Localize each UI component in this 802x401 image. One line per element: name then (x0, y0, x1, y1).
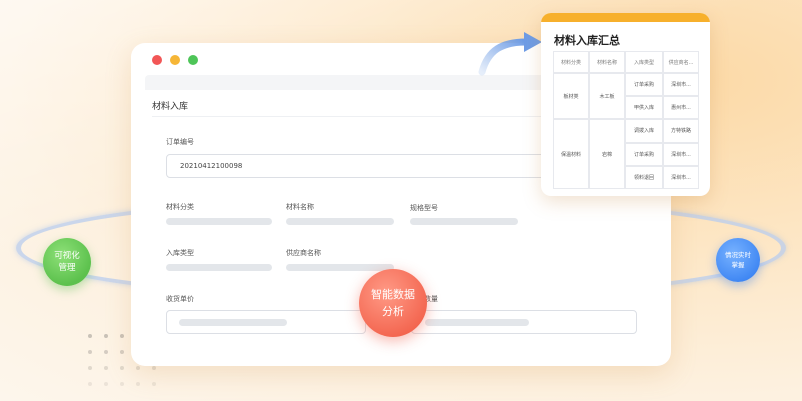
table-cell: 深圳市... (663, 73, 699, 97)
bubble-left-line2: 管理 (58, 263, 76, 273)
bubble-left-line1: 可视化 (54, 251, 80, 261)
dot (88, 366, 92, 370)
unit-price-label: 收货单价 (166, 295, 194, 303)
table-cell: 订单采购 (625, 142, 663, 166)
quantity-placeholder (425, 319, 529, 326)
table-cell: 惠州市... (663, 96, 699, 120)
table-cell: 方特铁路 (663, 119, 699, 143)
table-group-cell: 保温材料 (553, 119, 589, 189)
table-group-cell: 板材类 (553, 73, 589, 120)
spec-label: 规格型号 (410, 204, 438, 212)
table-header-cell: 入库类型 (625, 51, 663, 73)
dot (120, 334, 124, 338)
visual-management-bubble: 可视化 管理 (43, 238, 91, 286)
spec-field[interactable] (410, 218, 518, 225)
material-name-field[interactable] (286, 218, 394, 225)
table-cell: 订单采购 (625, 73, 663, 97)
close-dot-icon[interactable] (152, 55, 162, 65)
order-number-label: 订单编号 (166, 138, 194, 146)
dot (104, 350, 108, 354)
order-number-value: 20210412100098 (180, 162, 243, 170)
table-header-cell: 材料名称 (589, 51, 625, 73)
dot (104, 366, 108, 370)
dot (88, 350, 92, 354)
stockin-type-label: 入库类型 (166, 249, 194, 257)
table-cell: 领料退回 (625, 165, 663, 189)
smart-analysis-bubble: 智能数据 分析 (359, 269, 427, 337)
bubble-right-line1: 情况实时 (725, 251, 751, 259)
dot (152, 382, 156, 386)
minimize-dot-icon[interactable] (170, 55, 180, 65)
table-header-cell: 材料分类 (553, 51, 589, 73)
table-cell: 甲供入库 (625, 96, 663, 120)
table-group-cell: 岩棉 (589, 119, 625, 189)
table-header-cell: 供应商名... (663, 51, 699, 73)
dot (104, 334, 108, 338)
bubble-right-line2: 掌握 (731, 261, 745, 269)
supplier-field[interactable] (286, 264, 394, 271)
unit-price-placeholder (179, 319, 287, 326)
curved-arrow-icon (478, 32, 542, 76)
dot (88, 334, 92, 338)
dot (152, 366, 156, 370)
dot (104, 382, 108, 386)
table-cell: 深圳市... (663, 142, 699, 166)
realtime-bubble: 情况实时 掌握 (716, 238, 760, 282)
dot (88, 382, 92, 386)
summary-title: 材料入库汇总 (554, 34, 620, 47)
dot (120, 350, 124, 354)
dot (120, 366, 124, 370)
summary-card: 材料入库汇总 材料分类 材料名称 入库类型 供应商名... 板材类 木工板 保温材料 岩棉 订单… (541, 13, 710, 196)
table-cell: 调拨入库 (625, 119, 663, 143)
dot (120, 382, 124, 386)
dot (136, 382, 140, 386)
card-accent-bar (541, 13, 710, 22)
stockin-type-field[interactable] (166, 264, 272, 271)
unit-price-input[interactable] (166, 310, 366, 334)
summary-table: 材料分类 材料名称 入库类型 供应商名... 板材类 木工板 保温材料 岩棉 订单采购 深圳市..… (553, 51, 699, 189)
table-group-cell: 木工板 (589, 73, 625, 120)
category-label: 材料分类 (166, 203, 194, 211)
order-number-input[interactable]: 20210412100098 (166, 154, 546, 178)
category-field[interactable] (166, 218, 272, 225)
quantity-input[interactable] (411, 310, 637, 334)
form-title: 材料入库 (152, 102, 189, 112)
maximize-dot-icon[interactable] (188, 55, 198, 65)
dot (136, 366, 140, 370)
material-name-label: 材料名称 (286, 203, 314, 211)
bubble-center-line2: 分析 (382, 305, 404, 318)
bubble-center-line1: 智能数据 (371, 288, 415, 301)
table-cell: 深圳市... (663, 165, 699, 189)
supplier-label: 供应商名称 (286, 249, 321, 257)
